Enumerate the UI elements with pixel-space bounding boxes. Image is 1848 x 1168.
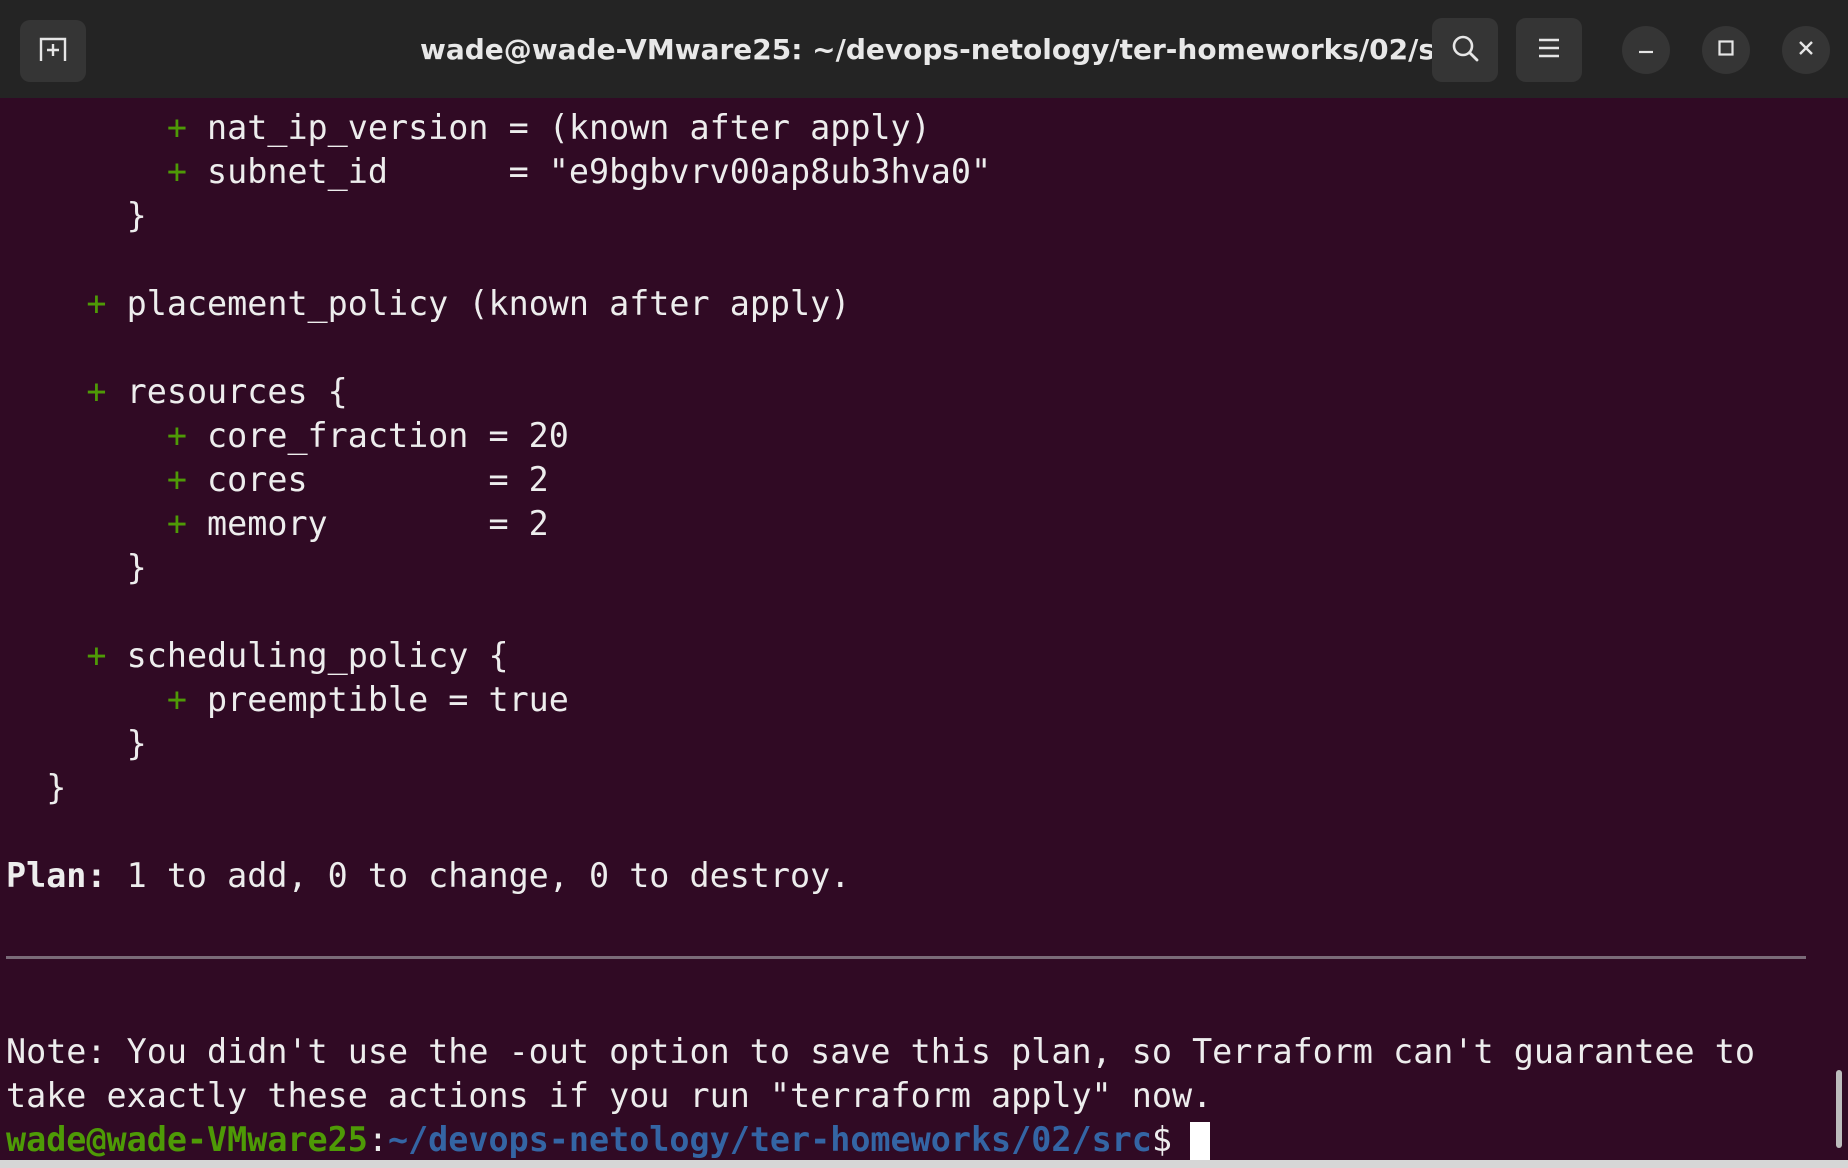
output-line: }: [126, 196, 147, 235]
output-line: }: [126, 724, 147, 763]
plus-marker: +: [166, 152, 187, 191]
minimize-icon: [1637, 39, 1655, 61]
terminal-window: wade@wade-VMware25: ~/devops-netology/te…: [0, 0, 1848, 1168]
shell-prompt[interactable]: wade@wade-VMware25:~/devops-netology/ter…: [6, 1118, 1210, 1162]
plan-label: Plan:: [6, 856, 107, 895]
maximize-icon: [1717, 39, 1735, 61]
output-line: + placement_policy (known after apply): [86, 284, 851, 323]
menu-button[interactable]: [1516, 18, 1582, 82]
plan-summary: Plan: 1 to add, 0 to change, 0 to destro…: [6, 856, 851, 895]
text-cursor: [1190, 1121, 1210, 1162]
plus-marker: +: [166, 680, 187, 719]
close-icon: [1797, 39, 1815, 61]
output-line: + core_fraction = 20: [166, 416, 569, 455]
plus-marker: +: [86, 372, 107, 411]
hamburger-menu-icon: [1537, 37, 1561, 63]
output-line: + scheduling_policy {: [86, 636, 509, 675]
output-line: + resources {: [86, 372, 348, 411]
maximize-button[interactable]: [1702, 26, 1750, 74]
note-line: take exactly these actions if you run "t…: [6, 1076, 1213, 1115]
plus-marker: +: [86, 636, 107, 675]
plus-marker: +: [166, 108, 187, 147]
output-line: + nat_ip_version = (known after apply): [166, 108, 931, 147]
output-line: + cores = 2: [166, 460, 549, 499]
search-icon: [1450, 33, 1480, 67]
output-line: }: [126, 548, 147, 587]
plus-marker: +: [166, 460, 187, 499]
new-tab-icon: [38, 36, 68, 66]
output-line: }: [46, 768, 67, 807]
output-line: + subnet_id = "e9bgbvrv00ap8ub3hva0": [166, 152, 992, 191]
separator-rule: [6, 956, 1806, 959]
terminal-output[interactable]: + nat_ip_version = (known after apply) +…: [0, 98, 1848, 1168]
new-tab-button[interactable]: [20, 20, 86, 82]
bottom-edge: [0, 1160, 1848, 1168]
output-line: + memory = 2: [166, 504, 549, 543]
plus-marker: +: [86, 284, 107, 323]
close-button[interactable]: [1782, 26, 1830, 74]
note-line: Note: You didn't use the -out option to …: [6, 1032, 1755, 1071]
search-button[interactable]: [1432, 18, 1498, 82]
window-title: wade@wade-VMware25: ~/devops-netology/te…: [420, 33, 1466, 66]
title-bar[interactable]: wade@wade-VMware25: ~/devops-netology/te…: [0, 0, 1848, 98]
scrollbar[interactable]: [1836, 1070, 1842, 1148]
minimize-button[interactable]: [1622, 26, 1670, 74]
plus-marker: +: [166, 416, 187, 455]
plus-marker: +: [166, 504, 187, 543]
prompt-user: wade@wade-VMware25: [6, 1120, 368, 1159]
prompt-path: ~/devops-netology/ter-homeworks/02/src: [387, 1120, 1152, 1159]
output-line: + preemptible = true: [166, 680, 569, 719]
